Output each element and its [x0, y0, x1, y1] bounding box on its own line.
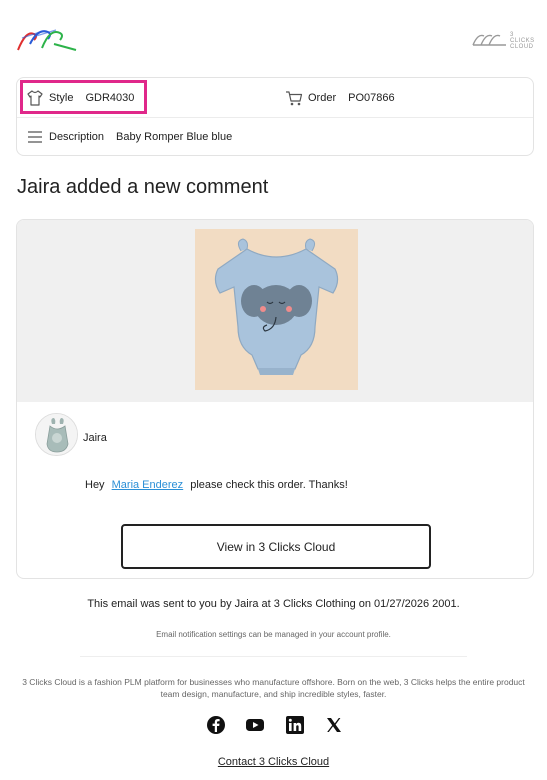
page-title: Jaira added a new comment [17, 176, 269, 198]
order-details-card: Style GDR4030 Order PO07866 Description … [16, 77, 534, 156]
mention-link[interactable]: Maria Enderez [112, 479, 184, 491]
3-clicks-logo [17, 29, 77, 51]
youtube-icon[interactable] [245, 715, 265, 735]
footer-divider [80, 656, 467, 657]
order-label: Order [308, 92, 337, 104]
description-row: Description Baby Romper Blue blue [17, 118, 533, 156]
image-band [17, 220, 533, 402]
3-clicks-cloud-logo: 3 CLICKS CLOUD [472, 31, 536, 50]
facebook-icon[interactable] [206, 715, 226, 735]
sent-note: This email was sent to you by Jaira at 3… [87, 598, 460, 610]
comment-author: Jaira [83, 432, 107, 444]
description-field: Description Baby Romper Blue blue [26, 127, 232, 147]
email-header: 3 CLICKS CLOUD [0, 0, 547, 70]
message-prefix: Hey [85, 479, 105, 491]
style-value: GDR4030 [85, 92, 135, 104]
x-icon[interactable] [324, 715, 344, 735]
hanger-icon [472, 34, 506, 46]
comment-card: Jaira Hey Maria Enderez please check thi… [16, 219, 534, 579]
description-label: Description [49, 131, 105, 143]
details-row: Style GDR4030 Order PO07866 [17, 78, 533, 118]
message-suffix: please check this order. Thanks! [190, 479, 348, 491]
avatar-image [36, 414, 77, 455]
avatar [35, 413, 78, 456]
view-in-3-clicks-cloud-button[interactable]: View in 3 Clicks Cloud [121, 524, 431, 569]
cart-icon [286, 91, 303, 106]
order-field: Order PO07866 [285, 88, 395, 108]
product-image [195, 229, 358, 390]
contact-link[interactable]: Contact 3 Clicks Cloud [0, 756, 547, 768]
order-value: PO07866 [348, 92, 395, 104]
shirt-icon [27, 90, 43, 106]
linkedin-icon[interactable] [285, 715, 305, 735]
style-field: Style GDR4030 [26, 88, 134, 108]
menu-lines-icon [28, 131, 42, 143]
style-label: Style [49, 92, 74, 104]
about-text: 3 Clicks Cloud is a fashion PLM platform… [22, 677, 525, 699]
settings-note: Email notification settings can be manag… [156, 630, 391, 639]
brand-line-1: 3 CLICKS [510, 32, 535, 44]
comment-message: Hey Maria Enderez please check this orde… [85, 479, 348, 491]
brand-line-2: CLOUD [510, 44, 534, 50]
description-value: Baby Romper Blue blue [116, 131, 233, 143]
